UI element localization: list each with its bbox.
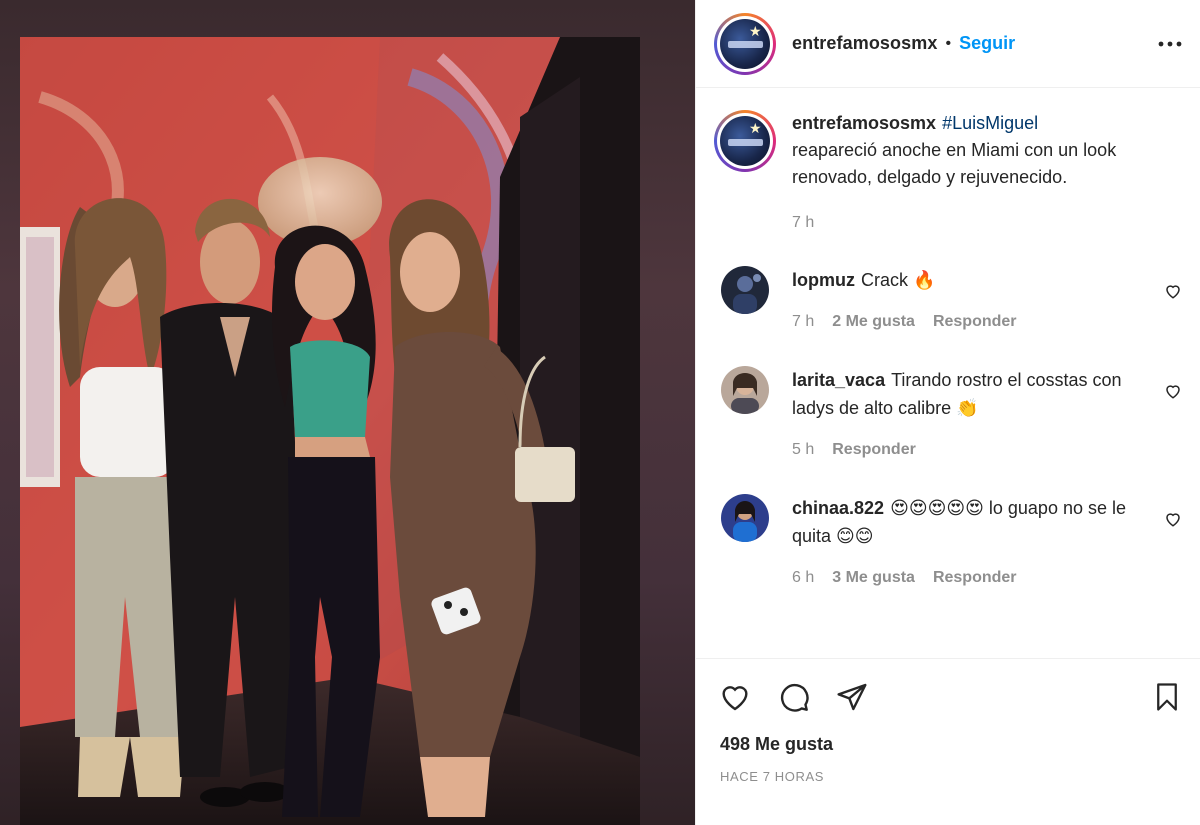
like-heart-icon[interactable] [718, 681, 752, 713]
comment-time[interactable]: 6 h [792, 564, 814, 592]
bookmark-icon[interactable] [1152, 681, 1182, 713]
comment-meta: 6 h 3 Me gusta Responder [792, 564, 1132, 592]
commenter-avatar[interactable] [721, 266, 769, 314]
heart-icon[interactable] [1164, 282, 1182, 305]
comment-text: Crack 🔥 [861, 270, 936, 290]
caption-timestamp[interactable]: 7 h [792, 209, 1122, 236]
post-side-panel: entrefamososmx • Seguir entrefamososmx #L… [695, 0, 1200, 825]
separator-dot: • [945, 34, 952, 52]
comments-section[interactable]: entrefamososmx #LuisMiguel reapareció ano… [696, 88, 1200, 658]
reply-button[interactable]: Responder [832, 436, 916, 464]
comment-time[interactable]: 7 h [792, 308, 814, 336]
caption-hashtag-link[interactable]: #LuisMiguel [942, 113, 1038, 133]
comment-item: chinaa.822 😍😍😍😍😍 lo guapo no se le quita … [714, 494, 1184, 592]
media-panel [0, 0, 695, 825]
heart-icon[interactable] [1164, 510, 1182, 533]
commenter-username[interactable]: lopmuz [792, 270, 855, 290]
comment-time[interactable]: 5 h [792, 436, 814, 464]
post-timestamp[interactable]: HACE 7 HORAS [696, 769, 1200, 784]
heart-icon[interactable] [1164, 382, 1182, 405]
comment-item: lopmuz Crack 🔥 7 h 2 Me gusta Responder [714, 266, 1184, 336]
commenter-avatar[interactable] [721, 494, 769, 542]
commenter-avatar[interactable] [721, 366, 769, 414]
comment-item: larita_vaca Tirando rostro el cosstas con… [714, 366, 1184, 464]
reply-button[interactable]: Responder [933, 564, 1017, 592]
post-caption: entrefamososmx #LuisMiguel reapareció ano… [714, 88, 1184, 236]
caption-text: reapareció anoche en Miami con un look r… [792, 140, 1117, 187]
comment-meta: 7 h 2 Me gusta Responder [792, 308, 1132, 336]
comment-icon[interactable] [778, 681, 810, 713]
comment-likes[interactable]: 2 Me gusta [832, 308, 915, 336]
post-photo[interactable] [20, 37, 640, 825]
post-actions-bar [696, 658, 1200, 734]
author-avatar[interactable] [714, 12, 776, 75]
paper-plane-icon[interactable] [836, 681, 868, 713]
post-header: entrefamososmx • Seguir [696, 0, 1200, 88]
commenter-username[interactable]: chinaa.822 [792, 498, 884, 518]
likes-count[interactable]: 498 Me gusta [696, 734, 1200, 755]
commenter-username[interactable]: larita_vaca [792, 370, 885, 390]
follow-button[interactable]: Seguir [959, 33, 1015, 54]
author-username[interactable]: entrefamososmx [792, 33, 937, 54]
comment-meta: 5 h Responder [792, 436, 1132, 464]
caption-username[interactable]: entrefamososmx [792, 113, 936, 133]
comment-likes[interactable]: 3 Me gusta [832, 564, 915, 592]
reply-button[interactable]: Responder [933, 308, 1017, 336]
caption-avatar[interactable] [714, 110, 776, 172]
more-options-icon[interactable] [1156, 30, 1184, 58]
